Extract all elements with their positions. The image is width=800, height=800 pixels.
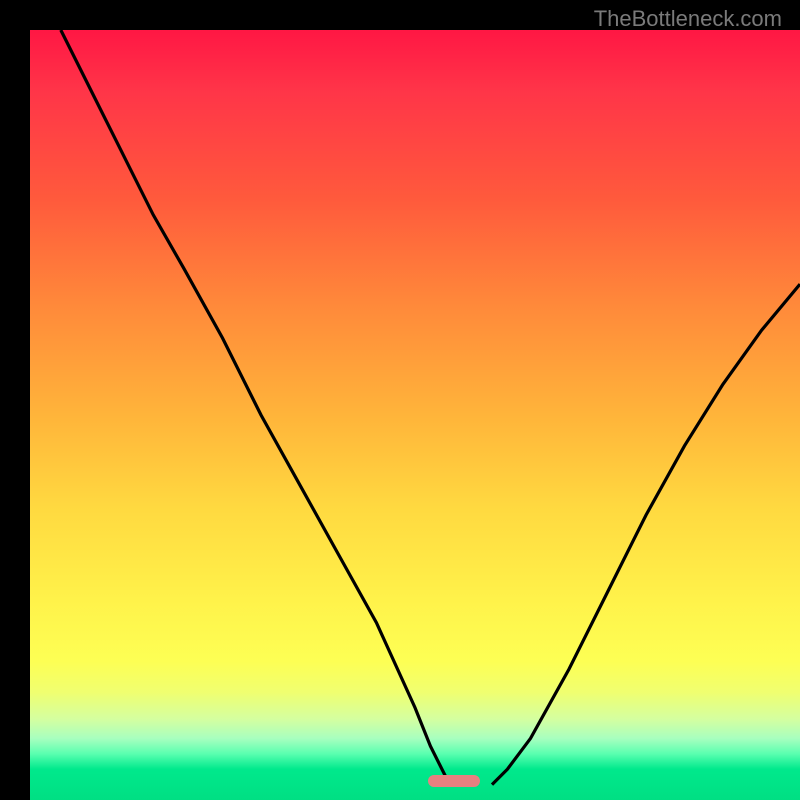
left-curve-path [61, 30, 454, 785]
bottleneck-curve [30, 30, 800, 800]
right-curve-path [492, 284, 800, 784]
optimal-marker [428, 775, 480, 787]
chart-plot-area [30, 30, 800, 800]
watermark-text: TheBottleneck.com [594, 6, 782, 32]
